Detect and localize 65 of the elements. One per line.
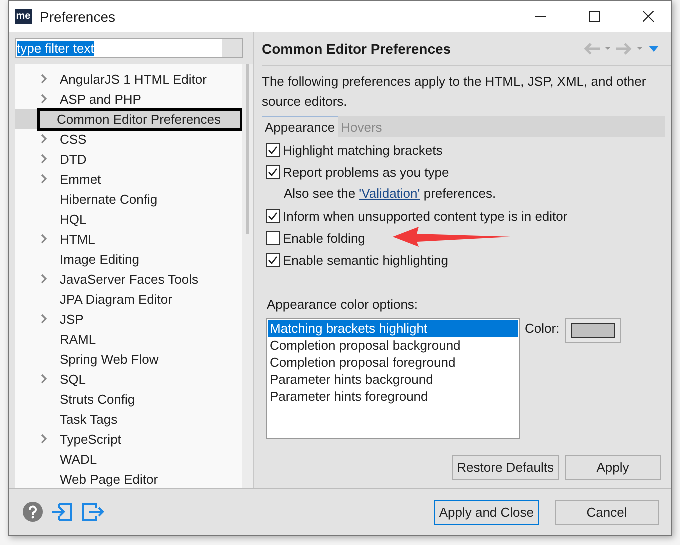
tree-item[interactable]: SQL [15, 369, 242, 389]
export-icon[interactable] [81, 502, 105, 522]
list-item[interactable]: Completion proposal background [268, 337, 518, 354]
tree-item[interactable]: HTML [15, 229, 242, 249]
chevron-icon[interactable] [40, 314, 48, 324]
chevron-icon[interactable] [40, 434, 48, 444]
tree-item[interactable]: Spring Web Flow [15, 349, 242, 369]
color-label: Color: [525, 321, 560, 338]
tree-item[interactable]: WADL [15, 449, 242, 469]
chevron-icon[interactable] [40, 234, 48, 244]
tree-item[interactable]: Struts Config [15, 389, 242, 409]
scrollbar[interactable] [242, 64, 253, 488]
chevron-icon[interactable] [40, 374, 48, 384]
description-text: The following preferences apply to the HTML, JSP, XML, and other source editors. [262, 73, 648, 111]
tree-item[interactable]: RAML [15, 329, 242, 349]
page-title: Common Editor Preferences [262, 40, 452, 56]
tree-item[interactable]: Hibernate Config [15, 189, 242, 209]
validation-note: Also see the 'Validation' preferences. [283, 185, 498, 203]
cancel-button[interactable]: Cancel [555, 500, 659, 524]
app-logo: me [15, 9, 32, 24]
tree-item[interactable]: AngularJS 1 HTML Editor [15, 69, 242, 89]
tree-item[interactable]: ASP and PHP [15, 89, 242, 109]
tree-item[interactable]: DTD [15, 149, 242, 169]
help-icon[interactable] [23, 502, 43, 522]
restore-defaults-button[interactable]: Restore Defaults [452, 455, 559, 480]
tree-item[interactable]: Task Tags [15, 409, 242, 429]
tree-item[interactable]: TypeScript [15, 429, 242, 449]
tree-item[interactable]: JPA Diagram Editor [15, 289, 242, 309]
checkbox[interactable] [266, 165, 280, 179]
apply-and-close-button[interactable]: Apply and Close [434, 500, 539, 524]
apply-button[interactable]: Apply [565, 455, 661, 480]
list-item[interactable]: Parameter hints background [268, 371, 518, 388]
checkbox-option[interactable]: Inform when unsupported content type is in editor [266, 205, 665, 227]
color-options-list[interactable]: Matching brackets highlight Completion proposal background Completion proposal foreground Parameter hints background Parameter hints foreground [266, 318, 520, 439]
tree-item[interactable]: Image Editing [15, 249, 242, 269]
checkbox[interactable] [266, 209, 280, 223]
tree-item[interactable]: JSP [15, 309, 242, 329]
minimize-icon [534, 16, 546, 18]
chevron-icon[interactable] [40, 274, 48, 284]
tree-item[interactable]: Web Page Editor [15, 469, 242, 488]
checkbox-option[interactable]: Report problems as you type [266, 161, 665, 183]
checkbox[interactable] [266, 143, 280, 157]
tree-item[interactable]: Common Editor Preferences [15, 109, 242, 129]
checkbox-option[interactable]: Highlight matching brackets [266, 139, 665, 161]
list-item[interactable]: Parameter hints foreground [268, 388, 518, 405]
checkbox[interactable] [266, 231, 280, 245]
checkbox[interactable] [266, 253, 280, 267]
maximize-icon [588, 11, 600, 22]
tree-item[interactable]: HQL [15, 209, 242, 229]
tab[interactable]: Appearance [262, 116, 338, 137]
checkbox-option[interactable]: Enable semantic highlighting [266, 249, 665, 271]
tree-item[interactable]: Emmet [15, 169, 242, 189]
list-item[interactable]: Completion proposal foreground [268, 354, 518, 371]
tree-item[interactable]: JavaServer Faces Tools [15, 269, 242, 289]
view-menu-icon[interactable] [647, 44, 661, 52]
color-swatch-button[interactable] [564, 318, 621, 343]
close-icon [642, 11, 654, 22]
import-icon[interactable] [51, 502, 73, 522]
filter-field[interactable]: type filter text [15, 38, 243, 58]
list-item[interactable]: Matching brackets highlight [268, 320, 518, 337]
validation-link[interactable]: 'Validation' [359, 186, 420, 201]
color-options-label: Appearance color options: [266, 297, 420, 312]
tree-item[interactable]: CSS [15, 129, 242, 149]
window-title: Preferences [40, 8, 116, 24]
checkbox-option[interactable]: Enable folding [266, 227, 665, 249]
